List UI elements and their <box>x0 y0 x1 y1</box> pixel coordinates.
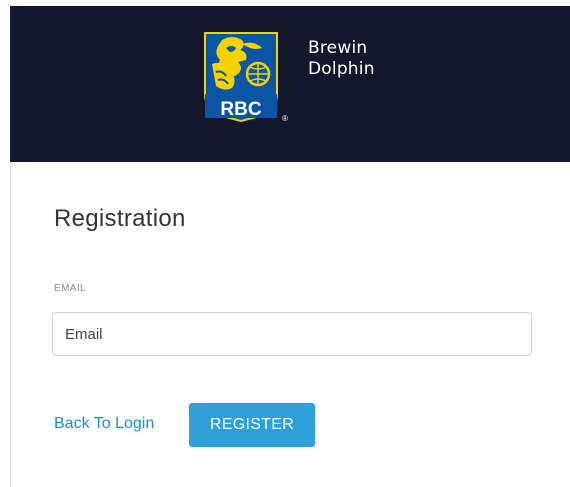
email-label: EMAIL <box>54 283 87 294</box>
content-left-border <box>10 162 11 487</box>
registered-mark-icon: ® <box>282 114 288 123</box>
brand-name-line1: Brewin <box>308 38 368 58</box>
page-title: Registration <box>54 205 186 232</box>
registration-page: RBC ® Brewin Dolphin Registration EMAIL … <box>0 0 570 487</box>
brand-logo: RBC ® Brewin Dolphin <box>202 30 402 126</box>
brand-name-line2: Dolphin <box>308 59 375 79</box>
register-button[interactable]: REGISTER <box>189 403 315 447</box>
back-to-login-link[interactable]: Back To Login <box>54 415 154 433</box>
brand-header: RBC ® Brewin Dolphin <box>10 6 570 162</box>
brand-name: Brewin Dolphin <box>308 38 375 80</box>
rbc-logo-text: RBC <box>220 99 261 120</box>
email-field[interactable] <box>52 312 532 356</box>
rbc-wordmark: RBC <box>220 99 261 120</box>
